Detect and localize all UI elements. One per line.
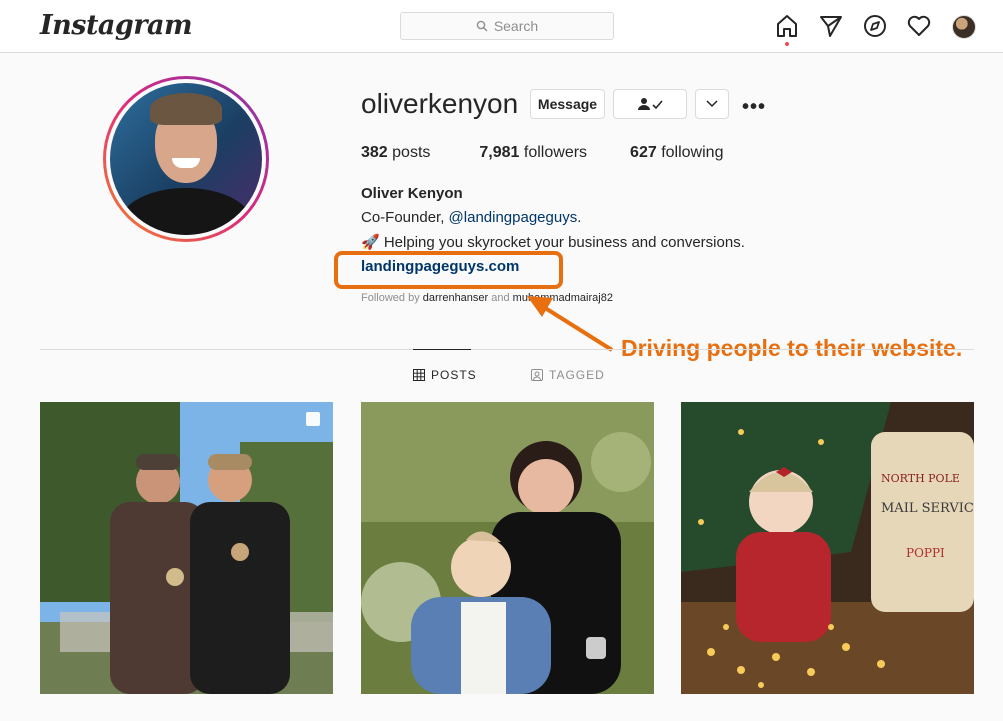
svg-text:NORTH POLE: NORTH POLE [881, 472, 960, 485]
direct-icon[interactable] [818, 13, 844, 39]
followed-by-user-2[interactable]: muhammadmairaj82 [513, 292, 613, 304]
following-button[interactable] [613, 89, 687, 119]
post-image-1 [40, 402, 333, 694]
tabs-divider [40, 349, 974, 350]
explore-icon[interactable] [862, 13, 888, 39]
svg-text:MAIL SERVIC: MAIL SERVIC [881, 501, 974, 516]
followers-label: followers [523, 144, 588, 161]
followed-by-user-1[interactable]: darrenhanser [423, 292, 488, 304]
tab-posts[interactable]: POSTS [413, 368, 477, 382]
activity-icon[interactable] [906, 13, 932, 39]
instagram-logo[interactable]: Instagram [40, 10, 193, 41]
suggestions-dropdown-button[interactable] [695, 89, 729, 119]
bio-suffix: . [577, 209, 582, 226]
post-two-men-toasting[interactable] [40, 402, 333, 694]
post-baby-christmas-tree[interactable]: NORTH POLE MAIL SERVIC POPPI [681, 402, 974, 694]
photo-shirt [120, 188, 252, 235]
search-icon [476, 20, 488, 32]
active-tab-indicator [413, 349, 471, 350]
posts-label: posts [392, 144, 431, 161]
followed-by-text: Followed by darrenhanser and muhammadmai… [361, 292, 613, 304]
followed-by-middle: and [488, 292, 513, 304]
profile-full-name: Oliver Kenyon [361, 185, 463, 202]
following-label: following [661, 144, 724, 161]
followed-by-prefix: Followed by [361, 292, 423, 304]
bio-line-1: Co-Founder, @landingpageguys. [361, 209, 581, 226]
followers-count: 7,981 [479, 144, 520, 161]
profile-photo [110, 83, 262, 235]
top-navigation-bar: Instagram Search [0, 0, 1003, 53]
photo-hair [150, 93, 222, 125]
post-image-3: NORTH POLE MAIL SERVIC POPPI [681, 402, 974, 694]
following-count: 627 [630, 144, 657, 161]
post-woman-with-baby[interactable] [361, 402, 654, 694]
tab-tagged[interactable]: TAGGED [531, 368, 605, 382]
tagged-icon [531, 369, 543, 381]
profile-picture[interactable] [103, 76, 269, 242]
home-icon[interactable] [774, 13, 800, 39]
profile-stats: 382 posts 7,981 followers 627 following [361, 144, 723, 162]
chevron-down-icon [706, 100, 718, 108]
following-icon [638, 98, 663, 110]
profile-username: oliverkenyon [361, 88, 519, 119]
more-options-icon[interactable]: ••• [742, 96, 766, 119]
bio-line-2: 🚀 Helping you skyrocket your business an… [361, 234, 745, 251]
followers-stat[interactable]: 7,981 followers [479, 144, 587, 162]
tab-posts-label: POSTS [431, 368, 477, 382]
profile-avatar[interactable] [952, 15, 976, 39]
notification-dot [785, 42, 789, 46]
search-input[interactable]: Search [400, 12, 614, 40]
bio-mention-link[interactable]: @landingpageguys [449, 209, 578, 226]
posts-count: 382 [361, 144, 388, 161]
grid-icon [413, 369, 425, 381]
post-image-2 [361, 402, 654, 694]
bio-prefix: Co-Founder, [361, 209, 449, 226]
website-highlight-box [334, 251, 563, 289]
search-placeholder: Search [493, 18, 539, 34]
message-button[interactable]: Message [530, 89, 605, 119]
posts-stat: 382 posts [361, 144, 430, 162]
following-stat[interactable]: 627 following [630, 144, 723, 162]
svg-text:POPPI: POPPI [906, 546, 945, 560]
tab-tagged-label: TAGGED [549, 368, 605, 382]
